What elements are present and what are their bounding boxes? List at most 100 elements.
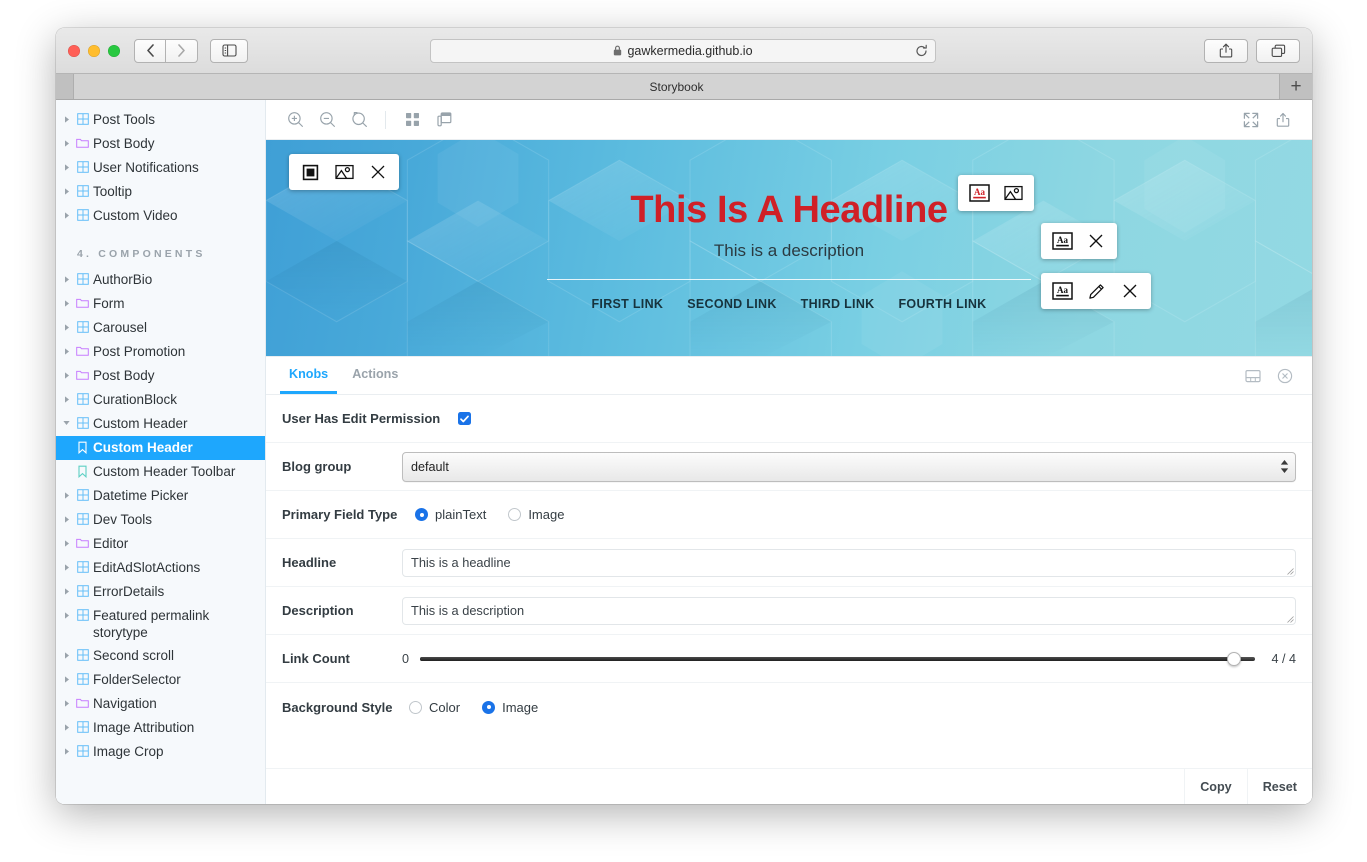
- description-text[interactable]: This is a description: [714, 241, 864, 261]
- tab-actions[interactable]: Actions: [343, 357, 407, 394]
- sidebar-item-custom-header[interactable]: Custom Header: [56, 412, 265, 436]
- chevron-right-icon[interactable]: [60, 295, 73, 307]
- close-background-toolbar-button[interactable]: [365, 160, 391, 184]
- chevron-right-icon[interactable]: [60, 671, 73, 683]
- sidebar-item-image-crop[interactable]: Image Crop: [56, 740, 265, 764]
- sidebar-item-folderselector[interactable]: FolderSelector: [56, 668, 265, 692]
- link-count-slider[interactable]: [420, 650, 1255, 668]
- background-button[interactable]: [429, 106, 459, 134]
- close-panel-button[interactable]: [1272, 363, 1298, 389]
- background-style-option-image[interactable]: Image: [482, 700, 538, 715]
- headline-text[interactable]: This Is A Headline: [630, 190, 948, 231]
- headline-input[interactable]: This is a headline: [402, 548, 1296, 577]
- chevron-right-icon[interactable]: [60, 111, 73, 123]
- header-link[interactable]: THIRD LINK: [801, 297, 875, 311]
- sidebar-item-post-promotion[interactable]: Post Promotion: [56, 340, 265, 364]
- sidebar-item-carousel[interactable]: Carousel: [56, 316, 265, 340]
- sidebar-toggle-button[interactable]: [210, 38, 248, 63]
- chevron-right-icon[interactable]: [60, 607, 73, 619]
- sidebar-item-user-notifications[interactable]: User Notifications: [56, 156, 265, 180]
- links-edit-pencil-button[interactable]: [1083, 279, 1109, 303]
- sidebar-item-datetime-picker[interactable]: Datetime Picker: [56, 484, 265, 508]
- sidebar-item-post-tools[interactable]: Post Tools: [56, 108, 265, 132]
- user-has-edit-permission-checkbox[interactable]: [458, 412, 471, 425]
- image-button[interactable]: [331, 160, 357, 184]
- chevron-right-icon[interactable]: [60, 391, 73, 403]
- open-new-tab-button[interactable]: [1268, 106, 1298, 134]
- storybook-sidebar[interactable]: Post Tools Post Body User Notifications Too…: [56, 100, 266, 804]
- chevron-right-icon[interactable]: [60, 207, 73, 219]
- sidebar-item-navigation[interactable]: Navigation: [56, 692, 265, 716]
- back-button[interactable]: [134, 38, 166, 63]
- browser-tab[interactable]: Storybook: [74, 74, 1280, 99]
- chevron-right-icon[interactable]: [60, 343, 73, 355]
- grid-button[interactable]: [397, 106, 427, 134]
- chevron-right-icon[interactable]: [60, 159, 73, 171]
- header-link[interactable]: FOURTH LINK: [898, 297, 986, 311]
- sidebar-item-dev-tools[interactable]: Dev Tools: [56, 508, 265, 532]
- share-button[interactable]: [1204, 38, 1248, 63]
- close-description-toolbar-button[interactable]: [1083, 229, 1109, 253]
- chevron-right-icon[interactable]: [60, 719, 73, 731]
- close-links-toolbar-button[interactable]: [1117, 279, 1143, 303]
- chevron-right-icon[interactable]: [60, 695, 73, 707]
- sidebar-item-custom-header[interactable]: Custom Header: [56, 436, 265, 460]
- header-link[interactable]: FIRST LINK: [591, 297, 663, 311]
- minimize-window-button[interactable]: [88, 44, 100, 57]
- url-bar[interactable]: gawkermedia.github.io: [430, 38, 936, 63]
- new-tab-button[interactable]: +: [1280, 74, 1312, 99]
- chevron-right-icon[interactable]: [60, 271, 73, 283]
- sidebar-item-curationblock[interactable]: CurationBlock: [56, 388, 265, 412]
- chevron-down-icon[interactable]: [60, 415, 73, 426]
- primary-field-type-option-plaintext[interactable]: plainText: [415, 507, 486, 522]
- tab-knobs[interactable]: Knobs: [280, 357, 338, 394]
- sidebar-item-errordetails[interactable]: ErrorDetails: [56, 580, 265, 604]
- blog-group-select[interactable]: default: [402, 451, 1296, 482]
- sidebar-item-featured-permalink-storytype[interactable]: Featured permalink storytype: [56, 604, 265, 644]
- chevron-right-icon[interactable]: [60, 135, 73, 147]
- zoom-reset-button[interactable]: [344, 106, 374, 134]
- sidebar-item-authorbio[interactable]: AuthorBio: [56, 268, 265, 292]
- description-text-format-button[interactable]: Aa: [1049, 229, 1075, 253]
- header-link[interactable]: SECOND LINK: [687, 297, 776, 311]
- sidebar-item-tooltip[interactable]: Tooltip: [56, 180, 265, 204]
- reset-button[interactable]: Reset: [1246, 769, 1312, 804]
- sidebar-item-editor[interactable]: Editor: [56, 532, 265, 556]
- chevron-right-icon[interactable]: [60, 583, 73, 595]
- headline-text-format-button[interactable]: Aa: [966, 181, 992, 205]
- chevron-right-icon[interactable]: [60, 367, 73, 379]
- close-window-button[interactable]: [68, 44, 80, 57]
- chevron-right-icon[interactable]: [60, 319, 73, 331]
- sidebar-item-custom-header-toolbar[interactable]: Custom Header Toolbar: [56, 460, 265, 484]
- chevron-right-icon[interactable]: [60, 559, 73, 571]
- sidebar-item-post-body[interactable]: Post Body: [56, 132, 265, 156]
- maximize-window-button[interactable]: [108, 44, 120, 57]
- zoom-out-button[interactable]: [312, 106, 342, 134]
- reload-button[interactable]: [915, 44, 928, 57]
- chevron-right-icon[interactable]: [60, 487, 73, 499]
- description-input[interactable]: This is a description: [402, 596, 1296, 625]
- sidebar-item-post-body[interactable]: Post Body: [56, 364, 265, 388]
- tab-overview-button[interactable]: [1256, 38, 1300, 63]
- chevron-right-icon[interactable]: [60, 183, 73, 195]
- chevron-right-icon[interactable]: [60, 743, 73, 755]
- panel-position-button[interactable]: [1240, 363, 1266, 389]
- sidebar-item-custom-video[interactable]: Custom Video: [56, 204, 265, 228]
- copy-button[interactable]: Copy: [1184, 769, 1246, 804]
- color-swatch-button[interactable]: [297, 160, 323, 184]
- primary-field-type-option-image[interactable]: Image: [508, 507, 564, 522]
- chevron-right-icon[interactable]: [60, 647, 73, 659]
- forward-button[interactable]: [166, 38, 198, 63]
- sidebar-item-image-attribution[interactable]: Image Attribution: [56, 716, 265, 740]
- headline-image-button[interactable]: [1000, 181, 1026, 205]
- zoom-in-button[interactable]: [280, 106, 310, 134]
- background-style-option-color[interactable]: Color: [409, 700, 460, 715]
- sidebar-item-second-scroll[interactable]: Second scroll: [56, 644, 265, 668]
- story-preview-canvas[interactable]: This Is A Headline This is a description…: [266, 140, 1312, 356]
- fullscreen-button[interactable]: [1236, 106, 1266, 134]
- chevron-right-icon[interactable]: [60, 511, 73, 523]
- links-text-format-button[interactable]: Aa: [1049, 279, 1075, 303]
- sidebar-item-editadslotactions[interactable]: EditAdSlotActions: [56, 556, 265, 580]
- sidebar-item-form[interactable]: Form: [56, 292, 265, 316]
- chevron-right-icon[interactable]: [60, 535, 73, 547]
